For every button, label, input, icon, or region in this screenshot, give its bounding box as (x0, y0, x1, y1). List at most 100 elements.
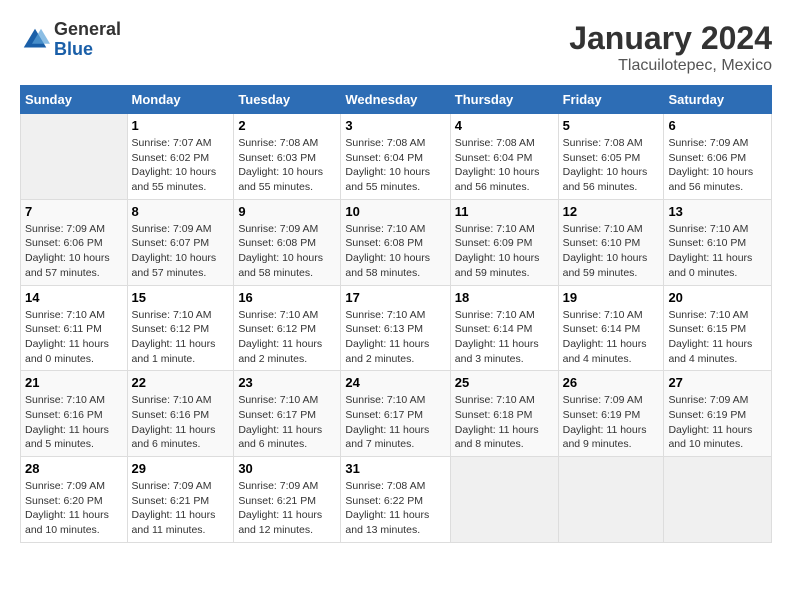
day-cell: 27 Sunrise: 7:09 AMSunset: 6:19 PMDayligh… (664, 371, 772, 457)
day-info: Sunrise: 7:10 AMSunset: 6:17 PMDaylight:… (345, 393, 445, 452)
header-wednesday: Wednesday (341, 86, 450, 114)
day-number: 25 (455, 375, 554, 390)
day-info: Sunrise: 7:10 AMSunset: 6:10 PMDaylight:… (563, 222, 660, 281)
day-number: 21 (25, 375, 123, 390)
day-info: Sunrise: 7:10 AMSunset: 6:16 PMDaylight:… (132, 393, 230, 452)
day-cell: 4 Sunrise: 7:08 AMSunset: 6:04 PMDaylight… (450, 114, 558, 200)
day-number: 5 (563, 118, 660, 133)
day-cell: 1Sunrise: 7:07 AMSunset: 6:02 PMDaylight… (127, 114, 234, 200)
day-number: 6 (668, 118, 767, 133)
day-cell: 20 Sunrise: 7:10 AMSunset: 6:15 PMDayligh… (664, 285, 772, 371)
day-cell: 6 Sunrise: 7:09 AMSunset: 6:06 PMDaylight… (664, 114, 772, 200)
day-info: Sunrise: 7:10 AMSunset: 6:09 PMDaylight:… (455, 222, 554, 281)
title-area: January 2024 Tlacuilotepec, Mexico (569, 20, 772, 75)
day-number: 26 (563, 375, 660, 390)
day-cell (558, 457, 664, 543)
week-row-4: 21 Sunrise: 7:10 AMSunset: 6:16 PMDayligh… (21, 371, 772, 457)
day-cell: 15Sunrise: 7:10 AMSunset: 6:12 PMDayligh… (127, 285, 234, 371)
day-info: Sunrise: 7:09 AMSunset: 6:21 PMDaylight:… (238, 479, 336, 538)
day-number: 9 (238, 204, 336, 219)
day-cell: 3 Sunrise: 7:08 AMSunset: 6:04 PMDaylight… (341, 114, 450, 200)
header-saturday: Saturday (664, 86, 772, 114)
day-cell: 23 Sunrise: 7:10 AMSunset: 6:17 PMDayligh… (234, 371, 341, 457)
day-info: Sunrise: 7:10 AMSunset: 6:12 PMDaylight:… (238, 308, 336, 367)
day-number: 2 (238, 118, 336, 133)
day-number: 16 (238, 290, 336, 305)
day-cell: 5 Sunrise: 7:08 AMSunset: 6:05 PMDaylight… (558, 114, 664, 200)
day-info: Sunrise: 7:10 AMSunset: 6:10 PMDaylight:… (668, 222, 767, 281)
day-number: 30 (238, 461, 336, 476)
day-cell: 21 Sunrise: 7:10 AMSunset: 6:16 PMDayligh… (21, 371, 128, 457)
day-cell: 29 Sunrise: 7:09 AMSunset: 6:21 PMDayligh… (127, 457, 234, 543)
day-info: Sunrise: 7:08 AMSunset: 6:22 PMDaylight:… (345, 479, 445, 538)
day-cell: 18 Sunrise: 7:10 AMSunset: 6:14 PMDayligh… (450, 285, 558, 371)
day-info: Sunrise: 7:09 AMSunset: 6:08 PMDaylight:… (238, 222, 336, 281)
day-cell: 2 Sunrise: 7:08 AMSunset: 6:03 PMDaylight… (234, 114, 341, 200)
day-cell: 14 Sunrise: 7:10 AMSunset: 6:11 PMDayligh… (21, 285, 128, 371)
day-cell: 24 Sunrise: 7:10 AMSunset: 6:17 PMDayligh… (341, 371, 450, 457)
day-info: Sunrise: 7:10 AMSunset: 6:14 PMDaylight:… (455, 308, 554, 367)
day-number: 17 (345, 290, 445, 305)
day-number: 15 (132, 290, 230, 305)
header-tuesday: Tuesday (234, 86, 341, 114)
day-info: Sunrise: 7:09 AMSunset: 6:19 PMDaylight:… (668, 393, 767, 452)
day-cell: 28Sunrise: 7:09 AMSunset: 6:20 PMDayligh… (21, 457, 128, 543)
week-row-1: 1Sunrise: 7:07 AMSunset: 6:02 PMDaylight… (21, 114, 772, 200)
week-row-2: 7 Sunrise: 7:09 AMSunset: 6:06 PMDaylight… (21, 199, 772, 285)
calendar-subtitle: Tlacuilotepec, Mexico (569, 57, 772, 75)
day-number: 27 (668, 375, 767, 390)
day-number: 20 (668, 290, 767, 305)
day-info: Sunrise: 7:08 AMSunset: 6:05 PMDaylight:… (563, 136, 660, 195)
day-info: Sunrise: 7:10 AMSunset: 6:13 PMDaylight:… (345, 308, 445, 367)
day-info: Sunrise: 7:10 AMSunset: 6:15 PMDaylight:… (668, 308, 767, 367)
day-info: Sunrise: 7:10 AMSunset: 6:11 PMDaylight:… (25, 308, 123, 367)
day-info: Sunrise: 7:10 AMSunset: 6:08 PMDaylight:… (345, 222, 445, 281)
day-cell: 31 Sunrise: 7:08 AMSunset: 6:22 PMDayligh… (341, 457, 450, 543)
day-number: 4 (455, 118, 554, 133)
day-number: 10 (345, 204, 445, 219)
day-cell: 10 Sunrise: 7:10 AMSunset: 6:08 PMDayligh… (341, 199, 450, 285)
day-cell: 7 Sunrise: 7:09 AMSunset: 6:06 PMDaylight… (21, 199, 128, 285)
day-number: 28 (25, 461, 123, 476)
day-number: 18 (455, 290, 554, 305)
day-info: Sunrise: 7:10 AMSunset: 6:16 PMDaylight:… (25, 393, 123, 452)
day-cell: 25Sunrise: 7:10 AMSunset: 6:18 PMDayligh… (450, 371, 558, 457)
day-info: Sunrise: 7:08 AMSunset: 6:04 PMDaylight:… (345, 136, 445, 195)
day-info: Sunrise: 7:08 AMSunset: 6:03 PMDaylight:… (238, 136, 336, 195)
calendar-header: Sunday Monday Tuesday Wednesday Thursday… (21, 86, 772, 114)
header-friday: Friday (558, 86, 664, 114)
day-number: 3 (345, 118, 445, 133)
day-number: 23 (238, 375, 336, 390)
day-number: 29 (132, 461, 230, 476)
calendar-body: 1Sunrise: 7:07 AMSunset: 6:02 PMDaylight… (21, 114, 772, 543)
day-info: Sunrise: 7:10 AMSunset: 6:14 PMDaylight:… (563, 308, 660, 367)
day-info: Sunrise: 7:10 AMSunset: 6:17 PMDaylight:… (238, 393, 336, 452)
day-cell (21, 114, 128, 200)
week-row-3: 14 Sunrise: 7:10 AMSunset: 6:11 PMDayligh… (21, 285, 772, 371)
day-info: Sunrise: 7:09 AMSunset: 6:21 PMDaylight:… (132, 479, 230, 538)
day-cell: 17 Sunrise: 7:10 AMSunset: 6:13 PMDayligh… (341, 285, 450, 371)
day-number: 22 (132, 375, 230, 390)
day-number: 24 (345, 375, 445, 390)
day-info: Sunrise: 7:08 AMSunset: 6:04 PMDaylight:… (455, 136, 554, 195)
day-cell: 13Sunrise: 7:10 AMSunset: 6:10 PMDayligh… (664, 199, 772, 285)
week-row-5: 28Sunrise: 7:09 AMSunset: 6:20 PMDayligh… (21, 457, 772, 543)
header-monday: Monday (127, 86, 234, 114)
header-thursday: Thursday (450, 86, 558, 114)
day-number: 19 (563, 290, 660, 305)
day-info: Sunrise: 7:09 AMSunset: 6:06 PMDaylight:… (668, 136, 767, 195)
day-number: 8 (132, 204, 230, 219)
day-cell: 30 Sunrise: 7:09 AMSunset: 6:21 PMDayligh… (234, 457, 341, 543)
day-number: 1 (132, 118, 230, 133)
header-row: Sunday Monday Tuesday Wednesday Thursday… (21, 86, 772, 114)
day-info: Sunrise: 7:09 AMSunset: 6:07 PMDaylight:… (132, 222, 230, 281)
day-cell (450, 457, 558, 543)
logo-icon (20, 25, 50, 55)
logo-blue-text: Blue (54, 39, 93, 59)
day-number: 14 (25, 290, 123, 305)
day-number: 7 (25, 204, 123, 219)
logo: General Blue (20, 20, 121, 60)
day-info: Sunrise: 7:09 AMSunset: 6:06 PMDaylight:… (25, 222, 123, 281)
day-number: 31 (345, 461, 445, 476)
day-number: 12 (563, 204, 660, 219)
